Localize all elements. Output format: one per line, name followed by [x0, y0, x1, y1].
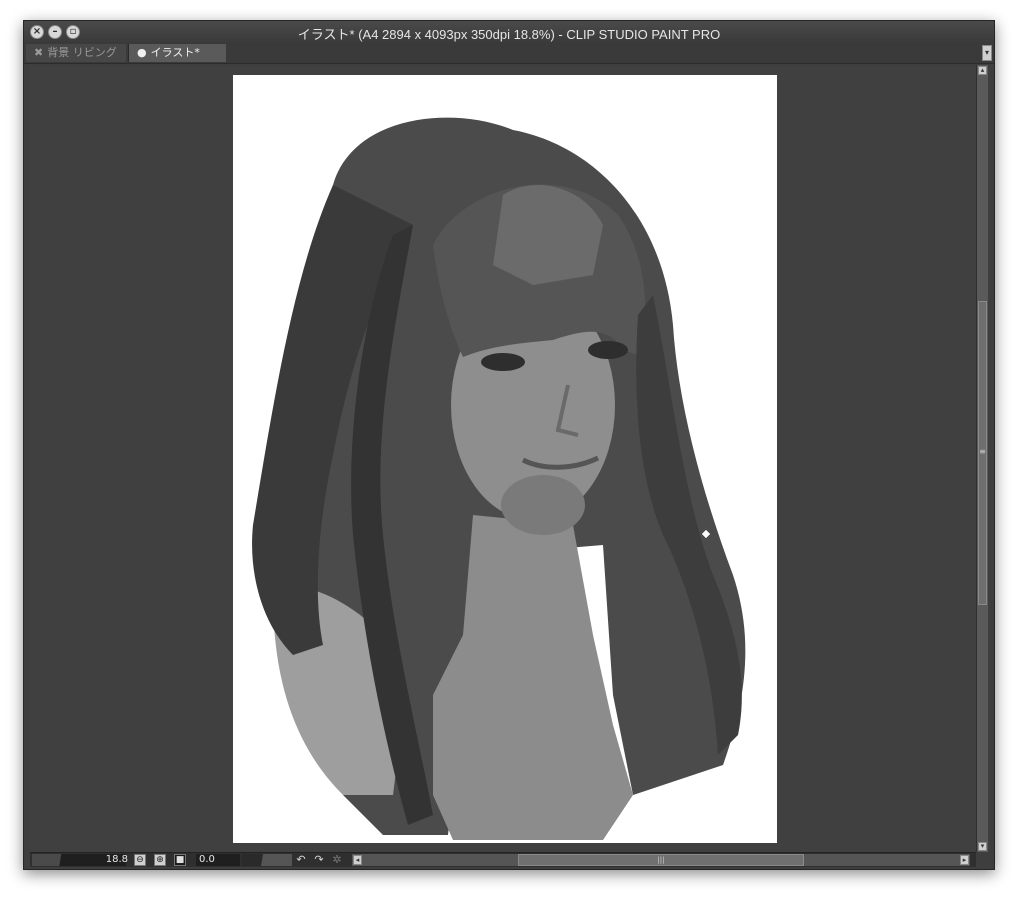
- scroll-up-icon[interactable]: ▴: [978, 66, 987, 75]
- horizontal-scrollbar[interactable]: ◂ ||| ▸: [352, 854, 970, 866]
- canvas-area[interactable]: [30, 65, 976, 852]
- fit-to-window-icon[interactable]: ■: [174, 854, 186, 866]
- scroll-down-icon[interactable]: ▾: [978, 842, 987, 851]
- scroll-right-icon[interactable]: ▸: [960, 855, 969, 865]
- eye-left: [481, 353, 525, 371]
- close-icon[interactable]: ✖: [34, 46, 43, 59]
- horizontal-scroll-thumb[interactable]: |||: [518, 854, 804, 866]
- window-title: イラスト* (A4 2894 x 4093px 350dpi 18.8%) - …: [297, 27, 721, 42]
- rotation-value[interactable]: 0.0: [196, 854, 240, 866]
- rotate-left-icon[interactable]: ↶: [294, 853, 308, 867]
- zoom-out-icon[interactable]: ⊖: [134, 854, 146, 866]
- illustration: [252, 117, 746, 840]
- vertical-scrollbar[interactable]: ▴ ≡ ▾: [976, 65, 988, 852]
- zoom-value[interactable]: 18.8: [90, 853, 128, 867]
- tab-background-living[interactable]: ✖ 背景 リビング: [26, 44, 126, 62]
- canvas-page[interactable]: [233, 75, 777, 843]
- tab-label: 背景 リビング: [47, 46, 117, 59]
- rotate-right-icon[interactable]: ↷: [312, 853, 326, 867]
- neck: [501, 475, 585, 535]
- zoom-in-icon[interactable]: ⊕: [154, 854, 166, 866]
- scroll-left-icon[interactable]: ◂: [353, 855, 362, 865]
- rotation-slider[interactable]: [242, 854, 292, 866]
- tab-menu-button[interactable]: ▾: [982, 45, 992, 61]
- title-bar[interactable]: × – ▫ イラスト* (A4 2894 x 4093px 350dpi 18.…: [24, 21, 994, 44]
- vertical-scroll-thumb[interactable]: ≡: [978, 301, 987, 605]
- tab-bar: ✖ 背景 リビング ● イラスト* ▾: [24, 43, 994, 64]
- tab-illust[interactable]: ● イラスト*: [128, 44, 226, 62]
- tab-label: イラスト*: [150, 46, 200, 59]
- reset-rotation-icon[interactable]: ✲: [330, 853, 344, 867]
- status-bar: 18.8 ⊖ ⊕ ■ 0.0 ↶ ↷ ✲ ◂ ||| ▸: [30, 852, 976, 867]
- app-window: × – ▫ イラスト* (A4 2894 x 4093px 350dpi 18.…: [23, 20, 995, 870]
- eye-right: [588, 341, 628, 359]
- dot-icon: ●: [137, 46, 147, 59]
